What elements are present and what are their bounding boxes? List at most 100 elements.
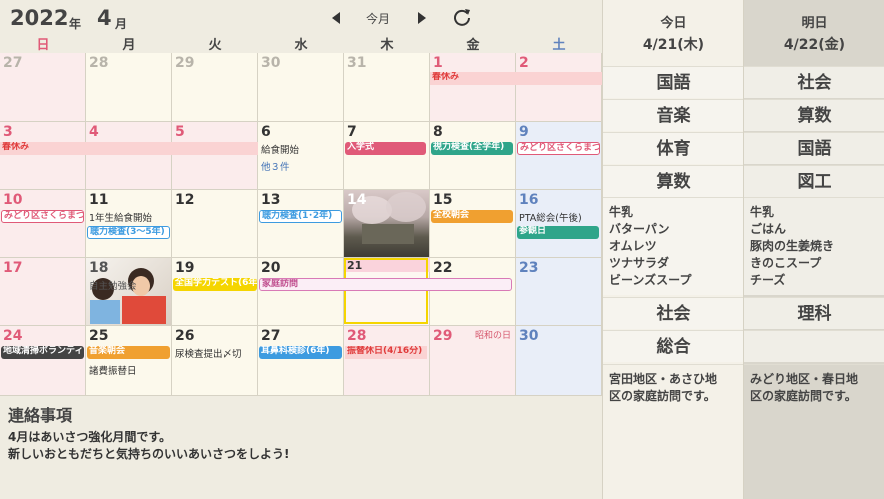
event-music-assembly[interactable]: 音楽朝会 xyxy=(87,346,170,359)
current-month-button[interactable]: 今月 xyxy=(366,10,390,27)
day-cell[interactable]: 20 xyxy=(258,258,344,326)
day-number: 1 xyxy=(433,55,443,71)
calendar-grid: 27 28 29 30 31 1 2 春休み 3 4 5 6 給食開始 他３件 … xyxy=(0,53,602,396)
day-cell[interactable]: 14 xyxy=(344,190,430,258)
today-notice-line: 区の家庭訪問です。 xyxy=(609,389,716,403)
day-number: 2 xyxy=(519,55,529,71)
day-cell[interactable]: 16 PTA総会(午後) xyxy=(516,190,602,258)
day-cell[interactable]: 1 xyxy=(430,53,516,122)
day-cell[interactable]: 9 xyxy=(516,122,602,190)
day-number: 28 xyxy=(89,55,109,71)
event-vision-test[interactable]: 視力検査(全学年) xyxy=(431,142,513,155)
event-sakura-festival[interactable]: みどり区さくらまつり xyxy=(1,210,84,223)
previous-month-icon[interactable] xyxy=(330,11,342,25)
day-cell[interactable]: 29 昭和の日 xyxy=(430,326,516,396)
tomorrow-date: 4/22(金) xyxy=(783,37,846,53)
day-number: 6 xyxy=(261,124,271,140)
event-ent-checkup[interactable]: 耳鼻科検診(6年) xyxy=(259,346,342,359)
lunch-item: 豚肉の生姜焼き xyxy=(750,239,835,253)
day-cell[interactable]: 12 xyxy=(172,190,258,258)
more-events-link[interactable]: 他３件 xyxy=(261,159,290,173)
day-number: 29 xyxy=(433,328,453,344)
day-number: 25 xyxy=(89,328,109,344)
day-cell[interactable]: 3 xyxy=(0,122,86,190)
day-cell[interactable]: 4 xyxy=(86,122,172,190)
event-school-assembly[interactable]: 全校朝会 xyxy=(431,210,513,223)
day-number: 30 xyxy=(519,328,539,344)
refresh-icon[interactable] xyxy=(452,7,472,27)
today-cell[interactable]: 21 xyxy=(344,258,430,326)
day-cell[interactable]: 30 xyxy=(516,326,602,396)
event-home-visit[interactable]: 家庭訪問 xyxy=(259,278,512,291)
event-sakura-festival[interactable]: みどり区さくらまつり xyxy=(517,142,600,155)
event-substitute-holiday[interactable]: 振替休日(4/16分) xyxy=(345,346,427,359)
event-spring-break[interactable]: 春休み xyxy=(0,142,258,155)
day-number: 9 xyxy=(519,124,529,140)
event-hearing-test[interactable]: 聴力検査(1･2年) xyxy=(259,210,342,223)
school-calendar-app: 2022 年 4 月 今月 日 月 火 水 木 金 土 27 28 29 30 … xyxy=(0,0,884,499)
period-2: 音楽 xyxy=(603,99,744,131)
notice-title: 連絡事項 xyxy=(8,406,73,425)
tomorrow-label: 明日 xyxy=(801,16,828,31)
day-cell[interactable]: 2 xyxy=(516,53,602,122)
day-cell[interactable]: 24 xyxy=(0,326,86,396)
day-cell[interactable]: 27 xyxy=(258,326,344,396)
day-cell[interactable]: 13 xyxy=(258,190,344,258)
day-cell[interactable]: 6 給食開始 他３件 xyxy=(258,122,344,190)
day-number: 27 xyxy=(3,55,23,71)
lunch-item: ツナサラダ xyxy=(609,256,670,270)
month-label: 4 xyxy=(97,6,112,30)
day-cell[interactable]: 11 1年生給食開始 xyxy=(86,190,172,258)
lunch-item: 牛乳 xyxy=(750,205,775,219)
day-cell[interactable]: 25 諸費振替日 xyxy=(86,326,172,396)
event-text: 諸費振替日 xyxy=(89,366,137,377)
event-open-class[interactable]: 参観日 xyxy=(517,226,599,239)
period-1: 社会 xyxy=(744,66,884,98)
day-cell[interactable]: 7 xyxy=(344,122,430,190)
event-cleanup-volunteer[interactable]: 地域清掃ボランティア xyxy=(1,346,84,359)
day-cell[interactable]: 5 xyxy=(172,122,258,190)
day-number: 10 xyxy=(3,192,23,208)
day-cell[interactable]: 19 xyxy=(172,258,258,326)
year-unit: 年 xyxy=(69,17,82,31)
day-number: 18 xyxy=(89,260,109,276)
tomorrow-notice-line: みどり地区・春日地 xyxy=(750,372,859,386)
day-number: 11 xyxy=(89,192,109,208)
day-cell[interactable]: 22 xyxy=(430,258,516,326)
day-cell[interactable]: 31 xyxy=(344,53,430,122)
today-header: 今日 4/21(木) xyxy=(603,0,744,64)
event-hearing-test[interactable]: 聴力検査(3〜5年) xyxy=(87,226,170,239)
period-5: 理科 xyxy=(744,297,884,329)
day-number: 23 xyxy=(519,260,539,276)
lunch-item: 牛乳 xyxy=(609,205,634,219)
day-number: 8 xyxy=(433,124,443,140)
day-cell[interactable]: 23 xyxy=(516,258,602,326)
tomorrow-notice: みどり地区・春日地 区の家庭訪問です。 xyxy=(744,364,884,499)
next-month-icon[interactable] xyxy=(416,11,428,25)
lunch-item: バターパン xyxy=(609,222,670,236)
day-number: 3 xyxy=(3,124,13,140)
event-spring-break[interactable]: 春休み xyxy=(430,72,602,85)
day-cell[interactable]: 28 xyxy=(86,53,172,122)
event-national-test[interactable]: 全国学力テスト(6年) xyxy=(173,278,257,291)
day-cell[interactable]: 17 xyxy=(0,258,86,326)
day-cell[interactable]: 27 xyxy=(0,53,86,122)
day-cell[interactable]: 30 xyxy=(258,53,344,122)
day-cell[interactable]: 15 xyxy=(430,190,516,258)
lunch-item: ごはん xyxy=(750,222,787,236)
day-cell[interactable]: 29 xyxy=(172,53,258,122)
today-outline xyxy=(344,258,428,324)
month-unit: 月 xyxy=(115,17,128,31)
day-cell[interactable]: 26 尿検査提出〆切 xyxy=(172,326,258,396)
event-text: 給食開始 xyxy=(261,145,300,156)
day-cell[interactable]: 8 xyxy=(430,122,516,190)
event-entrance-ceremony[interactable]: 入学式 xyxy=(345,142,426,155)
period-3: 体育 xyxy=(603,132,744,164)
lunch-item: ビーンズスープ xyxy=(609,273,692,287)
today-notice-line: 宮田地区・あさひ地 xyxy=(609,372,718,386)
day-cell[interactable]: 10 xyxy=(0,190,86,258)
tomorrow-notice-line: 区の家庭訪問です。 xyxy=(750,389,857,403)
day-cell[interactable]: 28 xyxy=(344,326,430,396)
day-cell[interactable]: 18 自主勉強会 xyxy=(86,258,172,326)
today-label: 今日 xyxy=(660,16,687,31)
